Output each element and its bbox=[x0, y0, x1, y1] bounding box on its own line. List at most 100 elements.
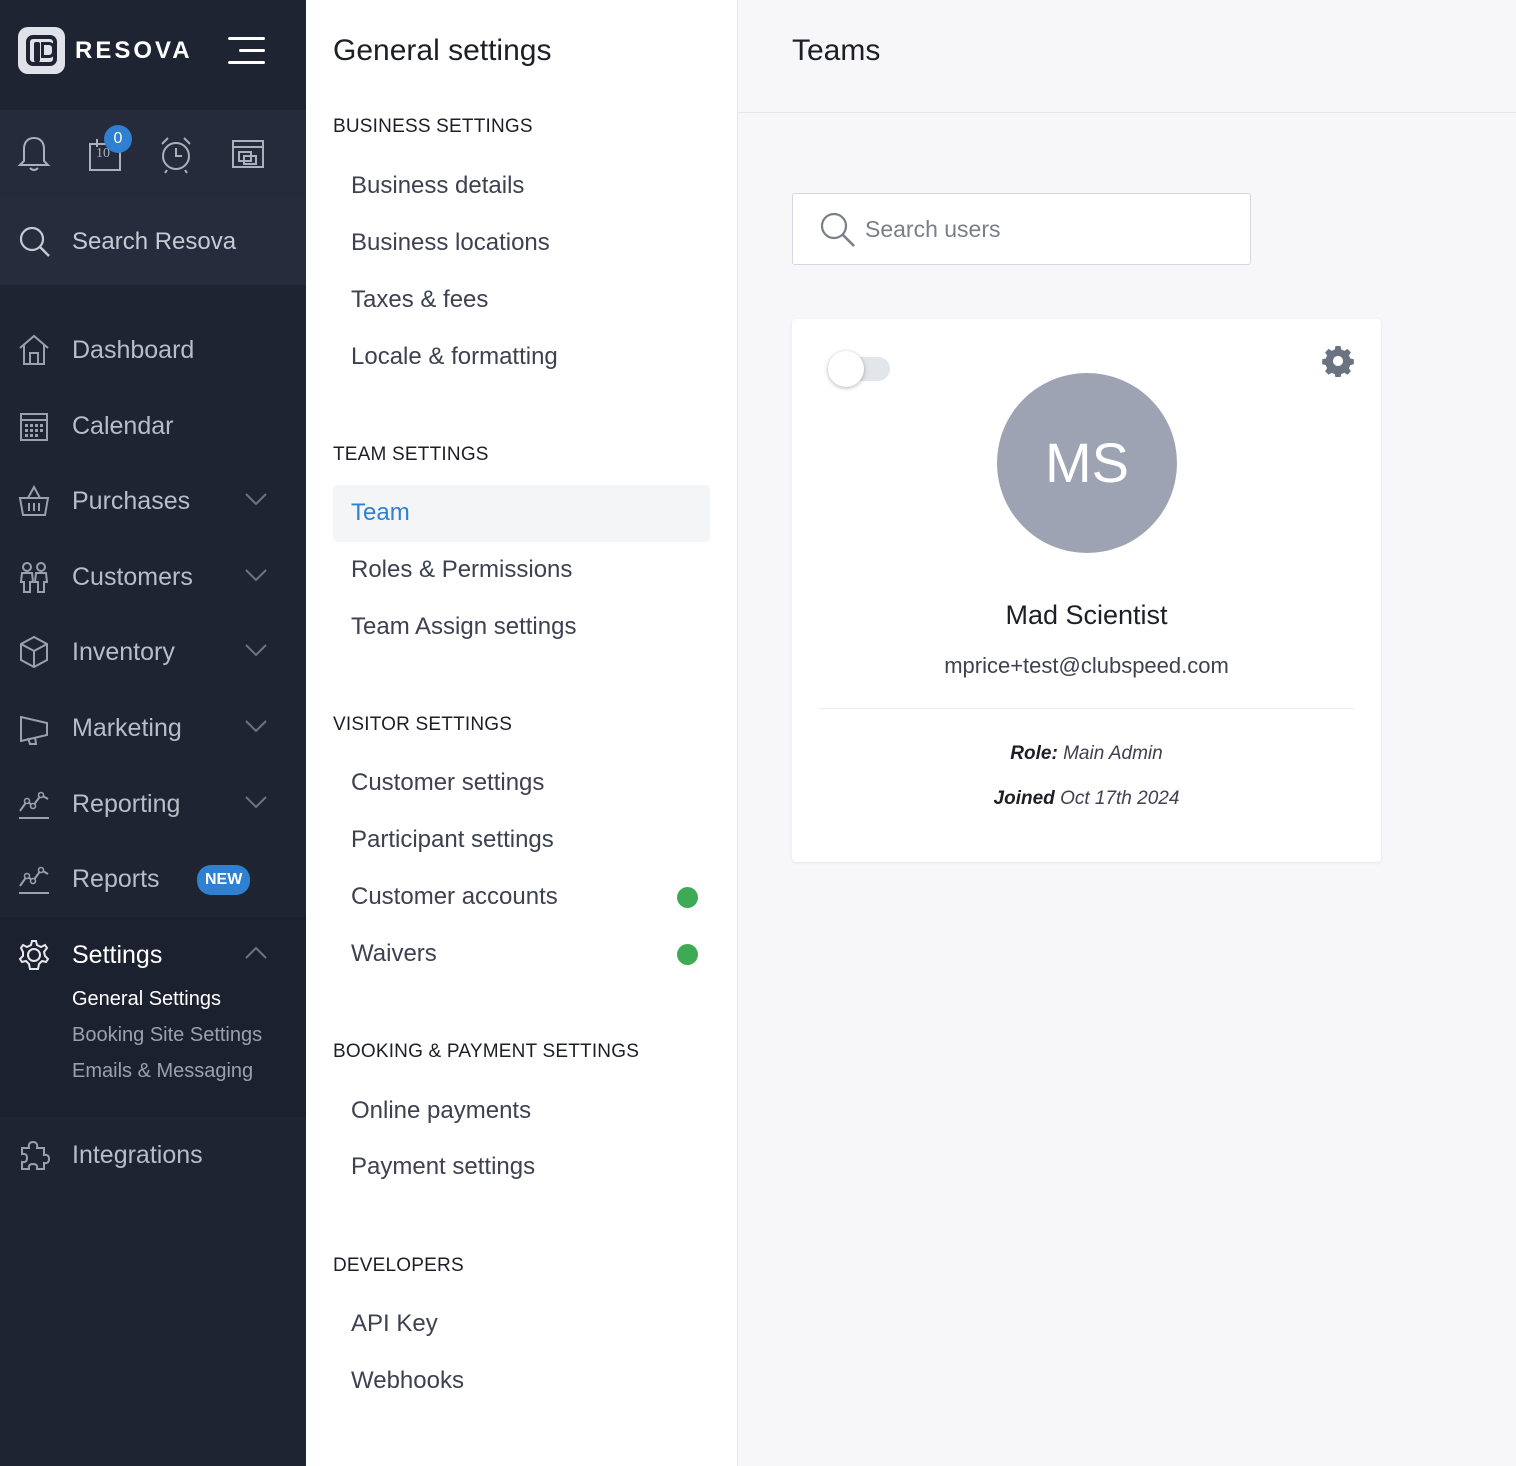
user-email: mprice+test@clubspeed.com bbox=[944, 653, 1229, 678]
menu-item-label: Roles & Permissions bbox=[351, 556, 573, 583]
sidebar-item-marketing[interactable]: Marketing bbox=[0, 697, 306, 761]
chevron-down-icon bbox=[245, 569, 267, 582]
gear-icon[interactable] bbox=[1322, 345, 1354, 377]
page-title: Teams bbox=[792, 34, 881, 67]
sidebar-item-label: Purchases bbox=[72, 487, 191, 515]
menu-item-label: Locale & formatting bbox=[351, 343, 558, 370]
sidebar-search-label: Search Resova bbox=[72, 228, 237, 255]
menu-item-taxes-fees[interactable]: Taxes & fees bbox=[333, 272, 710, 329]
menu-toggle-icon[interactable] bbox=[228, 37, 265, 65]
user-active-toggle[interactable] bbox=[828, 351, 890, 387]
menu-item-team[interactable]: Team bbox=[333, 485, 710, 542]
sidebar-search[interactable]: Search Resova bbox=[0, 198, 306, 285]
brand-name: RESOVA bbox=[75, 36, 193, 64]
sidebar-item-inventory[interactable]: Inventory bbox=[0, 621, 306, 685]
resova-logo-icon bbox=[18, 27, 65, 74]
calendar-icon bbox=[20, 413, 48, 441]
sidebar-item-label: Customers bbox=[72, 563, 193, 591]
menu-item-label: Taxes & fees bbox=[351, 286, 489, 313]
alarm-clock-icon[interactable] bbox=[158, 134, 194, 174]
sidebar-item-calendar[interactable]: Calendar bbox=[0, 395, 306, 459]
basket-icon bbox=[18, 484, 50, 516]
chevron-down-icon bbox=[245, 493, 267, 506]
sidebar-item-dashboard[interactable]: Dashboard bbox=[0, 319, 306, 383]
section-heading-booking-payment: BOOKING & PAYMENT SETTINGS bbox=[333, 1041, 640, 1062]
search-users-input[interactable] bbox=[865, 212, 1225, 246]
home-icon bbox=[19, 334, 49, 365]
sidebar-item-label: Settings bbox=[72, 941, 163, 969]
box-icon bbox=[20, 635, 48, 669]
people-icon bbox=[19, 562, 49, 593]
menu-item-label: Online payments bbox=[351, 1097, 532, 1124]
section-heading-visitor: VISITOR SETTINGS bbox=[333, 714, 513, 735]
menu-item-webhooks[interactable]: Webhooks bbox=[333, 1353, 710, 1410]
windows-icon[interactable] bbox=[230, 134, 266, 174]
role-value: Main Admin bbox=[1063, 743, 1163, 764]
sidebar-item-label: Reports bbox=[72, 865, 160, 893]
menu-item-label: Team bbox=[351, 499, 410, 526]
notification-count-badge: 0 bbox=[104, 125, 132, 153]
menu-item-label: Business locations bbox=[351, 229, 550, 256]
quick-icons-bar: 10 bbox=[0, 110, 306, 198]
chevron-down-icon bbox=[245, 720, 267, 733]
bell-icon[interactable] bbox=[16, 134, 52, 174]
sub-item-emails-messaging[interactable]: Emails & Messaging bbox=[72, 1060, 253, 1083]
menu-item-label: Customer settings bbox=[351, 769, 545, 796]
menu-item-business-details[interactable]: Business details bbox=[333, 158, 710, 215]
menu-item-roles-permissions[interactable]: Roles & Permissions bbox=[333, 542, 710, 599]
chevron-down-icon bbox=[245, 644, 267, 657]
search-icon bbox=[820, 212, 855, 247]
menu-item-label: Team Assign settings bbox=[351, 613, 577, 640]
sidebar-item-label: Reporting bbox=[72, 790, 181, 818]
line-chart-icon bbox=[19, 866, 49, 894]
section-heading-developers: DEVELOPERS bbox=[333, 1255, 464, 1276]
panel-title: General settings bbox=[333, 34, 552, 67]
sidebar: RESOVA 10 0 Search Resova Dashboard Cale… bbox=[0, 0, 306, 1466]
user-joined: Joined Oct 17th 2024 bbox=[792, 788, 1381, 810]
avatar: MS bbox=[997, 373, 1177, 553]
menu-item-customer-accounts[interactable]: Customer accounts bbox=[333, 869, 710, 926]
sidebar-item-label: Inventory bbox=[72, 638, 175, 666]
section-heading-team: TEAM SETTINGS bbox=[333, 444, 489, 465]
general-settings-panel: General settings BUSINESS SETTINGS Busin… bbox=[306, 0, 738, 1466]
sub-item-general-settings[interactable]: General Settings bbox=[72, 988, 221, 1011]
sidebar-item-settings[interactable]: Settings bbox=[0, 924, 306, 988]
user-role: Role: Main Admin bbox=[792, 743, 1381, 765]
menu-item-label: Customer accounts bbox=[351, 883, 558, 910]
gear-icon bbox=[18, 940, 50, 970]
toggle-knob bbox=[828, 351, 864, 387]
megaphone-icon bbox=[20, 715, 48, 745]
menu-item-locale-formatting[interactable]: Locale & formatting bbox=[333, 329, 710, 386]
menu-item-label: Waivers bbox=[351, 940, 437, 967]
role-label: Role: bbox=[1010, 743, 1058, 764]
menu-item-api-key[interactable]: API Key bbox=[333, 1296, 710, 1353]
section-heading-business: BUSINESS SETTINGS bbox=[333, 116, 533, 137]
settings-section: Settings General Settings Booking Site S… bbox=[0, 917, 306, 1117]
sidebar-item-purchases[interactable]: Purchases bbox=[0, 470, 306, 534]
main-header: Teams bbox=[738, 0, 1516, 113]
menu-item-payment-settings[interactable]: Payment settings bbox=[333, 1139, 710, 1196]
user-name: Mad Scientist bbox=[1005, 600, 1168, 630]
puzzle-icon bbox=[21, 1140, 50, 1170]
menu-item-business-locations[interactable]: Business locations bbox=[333, 215, 710, 272]
sidebar-item-integrations[interactable]: Integrations bbox=[0, 1124, 306, 1188]
menu-item-waivers[interactable]: Waivers bbox=[333, 926, 710, 983]
search-users-field[interactable] bbox=[792, 193, 1251, 265]
sidebar-item-label: Marketing bbox=[72, 714, 182, 742]
sidebar-item-reporting[interactable]: Reporting bbox=[0, 773, 306, 837]
chevron-down-icon bbox=[245, 796, 267, 809]
menu-item-team-assign-settings[interactable]: Team Assign settings bbox=[333, 599, 710, 656]
menu-item-online-payments[interactable]: Online payments bbox=[333, 1083, 710, 1140]
new-badge: NEW bbox=[197, 865, 251, 895]
menu-item-customer-settings[interactable]: Customer settings bbox=[333, 755, 710, 812]
sidebar-item-label: Dashboard bbox=[72, 336, 195, 364]
status-indicator-enabled bbox=[677, 944, 698, 965]
sidebar-item-customers[interactable]: Customers bbox=[0, 546, 306, 610]
menu-item-label: Business details bbox=[351, 172, 525, 199]
joined-label: Joined bbox=[993, 788, 1055, 809]
search-icon bbox=[19, 226, 50, 257]
sub-item-booking-site-settings[interactable]: Booking Site Settings bbox=[72, 1024, 262, 1047]
sidebar-item-reports[interactable]: Reports NEW bbox=[0, 848, 306, 912]
menu-item-participant-settings[interactable]: Participant settings bbox=[333, 812, 710, 869]
logo[interactable]: RESOVA bbox=[18, 27, 193, 74]
